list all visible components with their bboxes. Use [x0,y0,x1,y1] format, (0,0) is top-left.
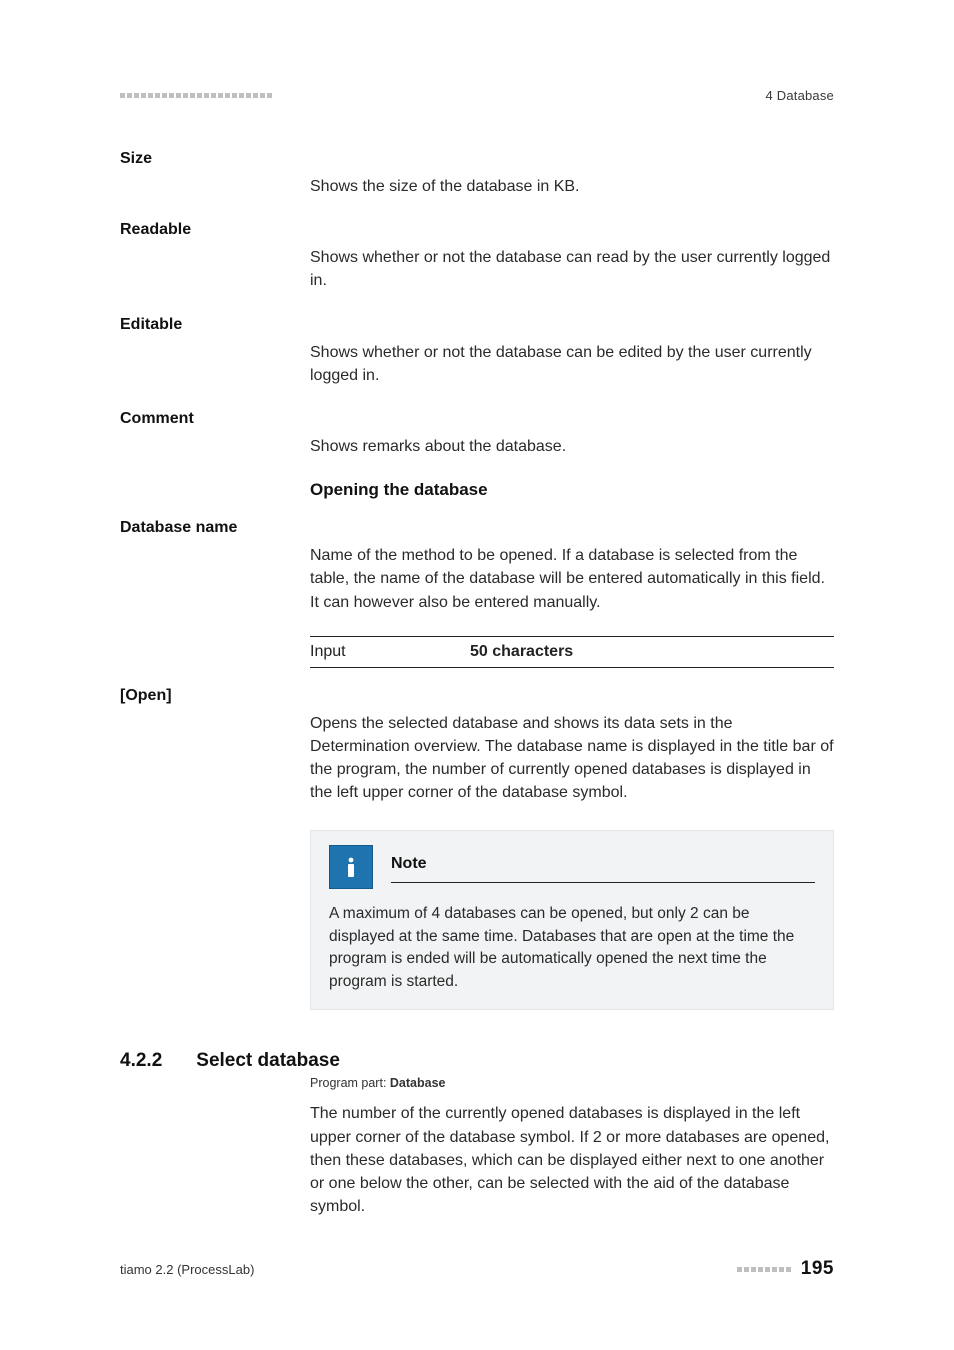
header-chapter: 4 Database [766,88,835,103]
term-comment: Comment [120,409,310,428]
program-part: Program part: Database [310,1076,834,1090]
page-header: 4 Database [120,88,834,103]
input-value: 50 characters [470,643,573,661]
term-size: Size [120,149,310,168]
note-box: Note A maximum of 4 databases can be ope… [310,830,834,1010]
footer-product: tiamo 2.2 (ProcessLab) [120,1262,254,1277]
section-4-2-2-para: The number of the currently opened datab… [310,1102,834,1218]
def-size: Shows the size of the database in KB. [310,175,834,198]
def-comment: Shows remarks about the database. [310,435,834,458]
input-constraint-row: Input 50 characters [310,636,834,668]
def-editable: Shows whether or not the database can be… [310,341,834,387]
section-number: 4.2.2 [120,1050,162,1072]
note-title: Note [391,852,815,875]
section-title: Select database [196,1050,340,1072]
page-number: 195 [801,1258,834,1280]
term-readable: Readable [120,220,310,239]
page-footer: tiamo 2.2 (ProcessLab) 195 [120,1258,834,1280]
header-ornament [120,93,272,98]
def-open: Opens the selected database and shows it… [310,712,834,805]
input-label: Input [310,643,470,661]
note-body: A maximum of 4 databases can be opened, … [329,903,815,993]
term-editable: Editable [120,315,310,334]
def-database-name: Name of the method to be opened. If a da… [310,544,834,614]
program-part-label: Program part: [310,1076,386,1090]
term-database-name: Database name [120,518,310,537]
def-readable: Shows whether or not the database can re… [310,246,834,292]
footer-ornament [737,1267,791,1272]
term-open: [Open] [120,686,310,705]
subhead-opening-database: Opening the database [310,480,834,500]
info-icon [329,845,373,889]
program-part-value: Database [390,1076,446,1090]
section-4-2-2-heading: 4.2.2 Select database [120,1050,834,1072]
